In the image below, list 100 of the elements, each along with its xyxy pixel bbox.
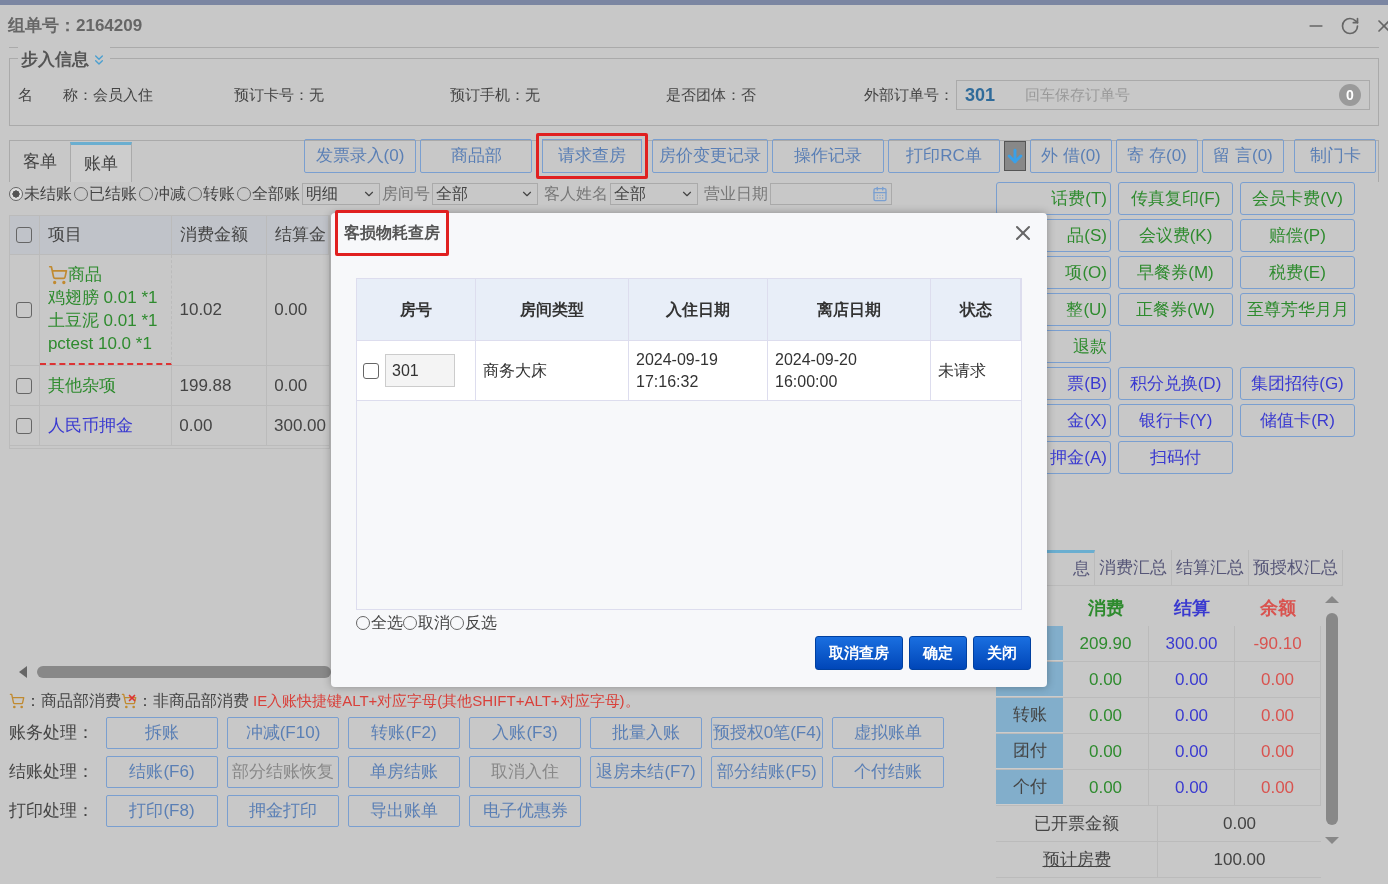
table-cell-text: 未请求 (937, 360, 987, 381)
charge-button[interactable]: 早餐券(M) (1118, 256, 1233, 289)
action-button[interactable]: 个付结账 (832, 756, 944, 788)
charge-button[interactable]: 赔偿(P) (1240, 219, 1355, 252)
tab[interactable]: 账单 (70, 142, 132, 182)
radio-option[interactable]: 冲减 (139, 182, 186, 206)
row-header: 团付 (996, 734, 1063, 769)
field-value: 无 (525, 84, 540, 105)
charge-button[interactable]: 至尊芳华月月 (1240, 293, 1355, 326)
action-button[interactable]: 导出账单 (348, 795, 460, 827)
dialog-button[interactable]: 关闭 (973, 636, 1031, 670)
toolbar-button[interactable]: 房价变更记录 (652, 139, 768, 173)
count-badge: 0 (1339, 84, 1361, 106)
checkbox[interactable] (363, 362, 379, 379)
toolbar-button[interactable]: 商品部 (420, 139, 532, 173)
charge-button[interactable]: 税费(E) (1240, 256, 1355, 289)
scroll-up-icon[interactable] (1325, 596, 1339, 603)
field-value: 无 (309, 84, 324, 105)
scroll-down-icon[interactable] (1325, 837, 1339, 844)
action-button[interactable]: 虚拟账单 (832, 717, 944, 749)
column-header: 项目 (39, 216, 173, 254)
radio-option[interactable]: 全部账 (237, 182, 300, 206)
radio-option[interactable]: 取消 (403, 611, 450, 635)
toolbar-button[interactable]: 打印RC单 (888, 139, 1000, 173)
radio-option[interactable]: 转账 (188, 182, 235, 206)
field-label: 外部订单号： (864, 84, 954, 105)
guest-select[interactable]: 全部 (610, 183, 698, 205)
summary-tab[interactable]: 结算汇总 (1172, 550, 1249, 585)
radio-option[interactable]: 已结账 (74, 182, 137, 206)
legend-text: ：非商品部消费 (137, 691, 249, 711)
checkbox[interactable] (16, 377, 33, 394)
item-name: 其他杂项 (47, 375, 117, 397)
action-button[interactable]: 结账(F6) (106, 756, 218, 788)
cart-remove-icon (121, 693, 137, 709)
table-cell: 0.00 (1235, 734, 1321, 769)
action-button[interactable]: 退房未结(F7) (590, 756, 702, 788)
charge-button[interactable]: 积分兑换(D) (1118, 367, 1233, 400)
toolbar-button[interactable]: 请求查房 (536, 133, 648, 179)
action-button[interactable]: 电子优惠券 (469, 795, 581, 827)
table-cell-text: 0.00 (273, 299, 309, 322)
date-field[interactable] (770, 183, 892, 205)
dialog-button[interactable]: 确定 (909, 636, 967, 670)
checkbox[interactable] (16, 302, 33, 318)
toolbar-button[interactable]: 寄 存(0) (1116, 139, 1198, 173)
summary-tab[interactable]: 消费汇总 (1095, 550, 1172, 585)
toolbar-button[interactable]: 制门卡 (1294, 139, 1376, 173)
charge-button[interactable]: 正餐券(W) (1118, 293, 1233, 326)
action-button[interactable]: 单房结账 (348, 756, 460, 788)
filter-label: 房间号 (382, 184, 430, 204)
table-cell: 0.00 (1063, 698, 1149, 733)
table-cell: 0.00 (1235, 770, 1321, 805)
action-button[interactable]: 转账(F2) (348, 717, 460, 749)
view-select[interactable]: 明细 (302, 183, 380, 205)
action-button[interactable]: 冲减(F10) (227, 717, 339, 749)
action-button[interactable]: 部分结账(F5) (711, 756, 823, 788)
radio-option[interactable]: 全选 (356, 611, 403, 635)
column-header: 入住日期 (629, 279, 768, 340)
charge-button[interactable]: 集团招待(G) (1240, 367, 1355, 400)
charge-button[interactable]: 会议费(K) (1118, 219, 1233, 252)
table-cell: 0.00 (1149, 698, 1235, 733)
total-link[interactable]: 预计房费 (1042, 846, 1111, 873)
action-button[interactable]: 入账(F3) (469, 717, 581, 749)
table-cell-text: 2024-09-19 (636, 349, 719, 370)
table-cell-text: 300.00 (273, 414, 327, 437)
action-button[interactable]: 拆账 (106, 717, 218, 749)
refresh-icon[interactable] (1340, 16, 1360, 36)
dialog-button[interactable]: 取消查房 (815, 636, 903, 670)
item-name: 人民币押金 (47, 415, 134, 437)
toolbar-button[interactable]: 操作记录 (772, 139, 884, 173)
charge-button[interactable]: 扫码付 (1118, 441, 1233, 474)
action-button[interactable]: 预授权0笔(F4) (711, 717, 823, 749)
action-button[interactable]: 打印(F8) (106, 795, 218, 827)
table-cell: 0.00 (1063, 734, 1149, 769)
toolbar-button[interactable]: 留 言(0) (1202, 139, 1284, 173)
item-group: 商品 (67, 263, 102, 286)
tab[interactable]: 客单 (10, 142, 70, 182)
toolbar-button[interactable]: 发票录入(0) (304, 139, 416, 173)
table-cell-text: 2024-09-20 (775, 349, 858, 370)
summary-tab[interactable]: 预授权汇总 (1249, 550, 1343, 585)
scrollbar-thumb[interactable] (1326, 613, 1338, 825)
table-cell: 300.00 (1149, 626, 1235, 661)
charge-button[interactable]: 传真复印(F) (1118, 182, 1233, 215)
action-button[interactable]: 押金打印 (227, 795, 339, 827)
checkbox[interactable] (16, 417, 33, 434)
room-select[interactable]: 全部 (432, 183, 538, 205)
toolbar-button[interactable]: 外 借(0) (1030, 139, 1112, 173)
checkbox[interactable] (16, 227, 33, 243)
charge-button[interactable]: 储值卡(R) (1240, 404, 1355, 437)
radio-option[interactable]: 未结账 (9, 182, 72, 206)
field-value: 会员入住 (93, 84, 153, 105)
room-field[interactable]: 301 (385, 354, 455, 387)
row-label: 账务处理： (9, 722, 95, 745)
room-number: 301 (965, 83, 996, 107)
charge-button[interactable]: 会员卡费(V) (1240, 182, 1355, 215)
table-cell: 199.88 (172, 366, 268, 405)
scroll-left-icon[interactable] (19, 666, 27, 678)
radio-option[interactable]: 反选 (450, 611, 497, 635)
action-button[interactable]: 批量入账 (590, 717, 702, 749)
charge-button[interactable]: 银行卡(Y) (1118, 404, 1233, 437)
scrollbar-thumb[interactable] (37, 666, 331, 678)
